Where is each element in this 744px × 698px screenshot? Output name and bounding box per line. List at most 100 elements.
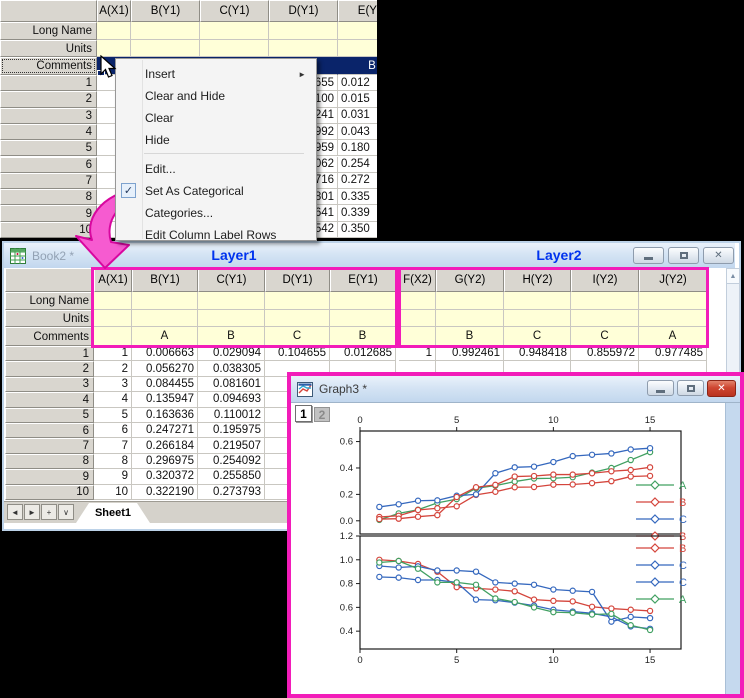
book2-data-cell[interactable]: 0.038305 xyxy=(198,361,265,376)
book2-data-cell[interactable]: 0.948418 xyxy=(504,346,571,361)
book2-data-cell[interactable]: 7 xyxy=(94,438,132,453)
row-header[interactable]: 4 xyxy=(0,124,97,140)
data-cell[interactable]: 0.339 xyxy=(338,205,377,221)
book2-row-header[interactable]: 1 xyxy=(5,346,94,361)
book2-data-cell[interactable]: 0.006663 xyxy=(132,346,198,361)
row-header[interactable]: 1 xyxy=(0,75,97,91)
row-header[interactable]: 6 xyxy=(0,157,97,173)
book2-data-cell[interactable]: 0.254092 xyxy=(198,454,265,469)
book2-row-header[interactable]: 7 xyxy=(5,438,94,453)
menu-item-clear[interactable]: Clear xyxy=(117,107,313,129)
data-cell[interactable]: 0.012 xyxy=(338,75,377,91)
book2-row-label-comments[interactable]: Comments xyxy=(5,327,94,346)
book2-data-cell[interactable]: 0.029094 xyxy=(198,346,265,361)
book2-data-cell[interactable]: 0.084455 xyxy=(132,377,198,392)
book2-data-cell[interactable]: 10 xyxy=(94,485,132,500)
menu-item-edit-column-label-rows[interactable]: Edit Column Label Rows xyxy=(117,224,313,241)
book2-column-header-C(Y1)[interactable]: C(Y1) xyxy=(198,268,265,292)
column-header-D(Y1)[interactable]: D(Y1) xyxy=(269,0,338,22)
column-header-A(X1)[interactable]: A(X1) xyxy=(97,0,131,22)
book2-data-cell[interactable]: 0.273793 xyxy=(198,485,265,500)
row-label-units[interactable]: Units xyxy=(0,40,97,57)
graph3-minimize-button[interactable] xyxy=(647,380,674,396)
graph3-close-button[interactable]: ✕ xyxy=(707,380,736,397)
book2-data-cell[interactable]: 0.977485 xyxy=(639,346,707,361)
book2-row-header[interactable]: 10 xyxy=(5,485,94,500)
data-cell[interactable]: 0.180 xyxy=(338,140,377,156)
next-sheet-button[interactable]: ► xyxy=(24,504,40,520)
row-header[interactable]: 5 xyxy=(0,140,97,156)
book2-data-cell[interactable]: 0.135947 xyxy=(132,392,198,407)
book2-data-cell[interactable]: 0.012685 xyxy=(330,346,396,361)
data-cell[interactable]: 0.350 xyxy=(338,222,377,238)
menu-item-categories-[interactable]: Categories... xyxy=(117,202,313,224)
row-header[interactable]: 2 xyxy=(0,91,97,107)
sheet-tab[interactable]: Sheet1 xyxy=(76,503,150,523)
menu-item-edit-[interactable]: Edit... xyxy=(117,158,313,180)
scroll-up-button[interactable]: ▲ xyxy=(727,269,739,284)
book2-row-label-units[interactable]: Units xyxy=(5,310,94,327)
book2-minimize-button[interactable] xyxy=(633,247,664,264)
book2-column-header-G(Y2)[interactable]: G(Y2) xyxy=(436,268,504,292)
sheet-list-button[interactable]: ∨ xyxy=(58,504,74,520)
book2-row-header[interactable]: 2 xyxy=(5,361,94,376)
menu-item-insert[interactable]: Insert► xyxy=(117,63,313,85)
data-cell[interactable]: 0.043 xyxy=(338,124,377,140)
book2-close-button[interactable]: ✕ xyxy=(703,247,734,264)
book2-data-cell[interactable]: 0.104655 xyxy=(265,346,330,361)
row-label-long-name[interactable]: Long Name xyxy=(0,22,97,40)
prev-sheet-button[interactable]: ◄ xyxy=(7,504,23,520)
book2-data-cell[interactable]: 0.322190 xyxy=(132,485,198,500)
book2-column-header-J(Y2)[interactable]: J(Y2) xyxy=(639,268,707,292)
book2-data-cell[interactable]: 0.247271 xyxy=(132,423,198,438)
book2-row-header[interactable]: 8 xyxy=(5,454,94,469)
book2-data-cell[interactable]: 0.094693 xyxy=(198,392,265,407)
book2-data-cell[interactable]: 8 xyxy=(94,454,132,469)
book2-data-cell[interactable]: 0.056270 xyxy=(132,361,198,376)
book2-data-cell[interactable]: 0.110012 xyxy=(198,408,265,423)
book2-data-cell[interactable]: 0.992461 xyxy=(436,346,504,361)
graph3-scrollbar[interactable] xyxy=(725,403,741,695)
book2-data-cell[interactable]: 9 xyxy=(94,469,132,484)
book2-row-header[interactable]: 6 xyxy=(5,423,94,438)
book2-data-cell[interactable]: 1 xyxy=(94,346,132,361)
data-cell[interactable]: 0.272 xyxy=(338,173,377,189)
book2-column-header-H(Y2)[interactable]: H(Y2) xyxy=(504,268,571,292)
book2-column-header-I(Y2)[interactable]: I(Y2) xyxy=(571,268,639,292)
book2-data-cell[interactable]: 0.266184 xyxy=(132,438,198,453)
book2-data-cell[interactable]: 1 xyxy=(399,346,436,361)
add-sheet-button[interactable]: + xyxy=(41,504,57,520)
book2-row-header[interactable]: 9 xyxy=(5,469,94,484)
book2-data-cell[interactable]: 0.255850 xyxy=(198,469,265,484)
book2-data-cell[interactable]: 0.195975 xyxy=(198,423,265,438)
book2-data-cell[interactable]: 4 xyxy=(94,392,132,407)
book2-column-header-F(X2)[interactable]: F(X2) xyxy=(399,268,436,292)
column-header-B(Y1)[interactable]: B(Y1) xyxy=(131,0,200,22)
row-header[interactable]: 3 xyxy=(0,108,97,124)
book2-row-header[interactable]: 5 xyxy=(5,408,94,423)
menu-item-set-as-categorical[interactable]: Set As Categorical✓ xyxy=(117,180,313,202)
row-label-comments[interactable]: Comments xyxy=(0,57,97,75)
book2-data-cell[interactable]: 6 xyxy=(94,423,132,438)
menu-item-hide[interactable]: Hide xyxy=(117,129,313,151)
book2-row-header[interactable]: 3 xyxy=(5,377,94,392)
book2-data-cell[interactable]: 0.296975 xyxy=(132,454,198,469)
book2-data-cell[interactable]: 0.320372 xyxy=(132,469,198,484)
data-cell[interactable]: 0.254 xyxy=(338,157,377,173)
graph3-restore-button[interactable] xyxy=(677,380,704,396)
book2-restore-button[interactable] xyxy=(668,247,699,264)
book2-data-cell[interactable]: 0.081601 xyxy=(198,377,265,392)
book2-data-cell[interactable]: 0.219507 xyxy=(198,438,265,453)
menu-item-clear-and-hide[interactable]: Clear and Hide xyxy=(117,85,313,107)
data-cell[interactable]: 0.031 xyxy=(338,108,377,124)
column-header-E(Y1)[interactable]: E(Y1) xyxy=(338,0,377,22)
book2-data-cell[interactable]: 5 xyxy=(94,408,132,423)
column-header-C(Y1)[interactable]: C(Y1) xyxy=(200,0,269,22)
book2-data-cell[interactable]: 0.855972 xyxy=(571,346,639,361)
book2-column-header-E(Y1)[interactable]: E(Y1) xyxy=(330,268,396,292)
book2-data-cell[interactable]: 2 xyxy=(94,361,132,376)
data-cell[interactable]: 0.015 xyxy=(338,91,377,107)
data-cell[interactable]: 0.335 xyxy=(338,189,377,205)
book2-data-cell[interactable]: 0.163636 xyxy=(132,408,198,423)
book2-row-label-long-name[interactable]: Long Name xyxy=(5,292,94,310)
